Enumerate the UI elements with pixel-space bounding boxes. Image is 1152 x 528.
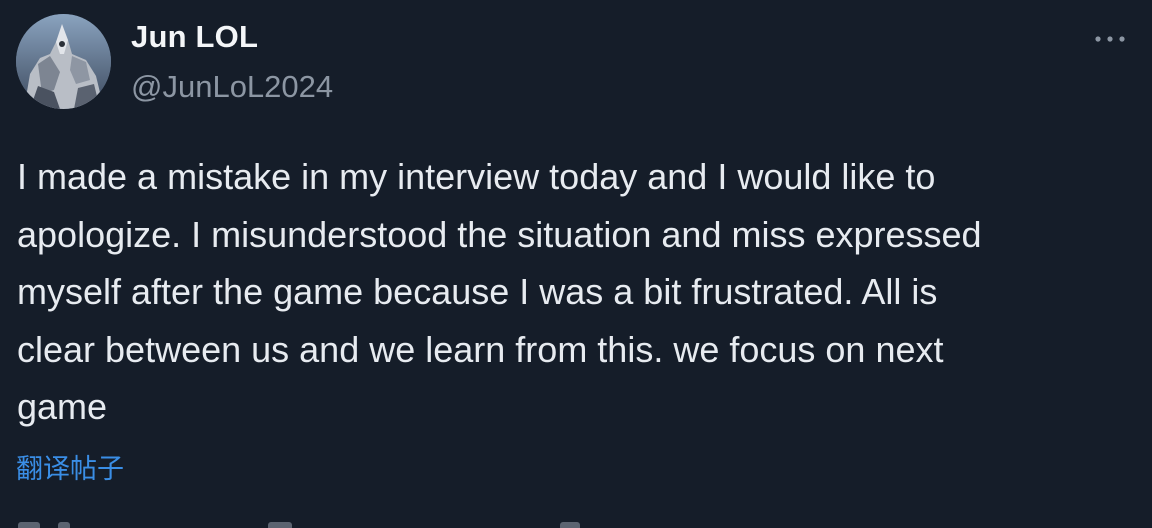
more-icon bbox=[1095, 36, 1125, 42]
tweet: Jun LOL @JunLoL2024 I made a mistake in … bbox=[0, 0, 1152, 528]
translate-post-link[interactable]: 翻译帖子 bbox=[16, 447, 124, 486]
more-button[interactable] bbox=[1090, 24, 1130, 54]
user-handle[interactable]: @JunLoL2024 bbox=[131, 69, 333, 105]
avatar[interactable] bbox=[16, 14, 111, 109]
avatar-image bbox=[16, 14, 111, 109]
tweet-text: I made a mistake in my interview today a… bbox=[17, 156, 982, 427]
clipped-next-row bbox=[0, 518, 1152, 528]
display-name[interactable]: Jun LOL bbox=[131, 19, 258, 55]
